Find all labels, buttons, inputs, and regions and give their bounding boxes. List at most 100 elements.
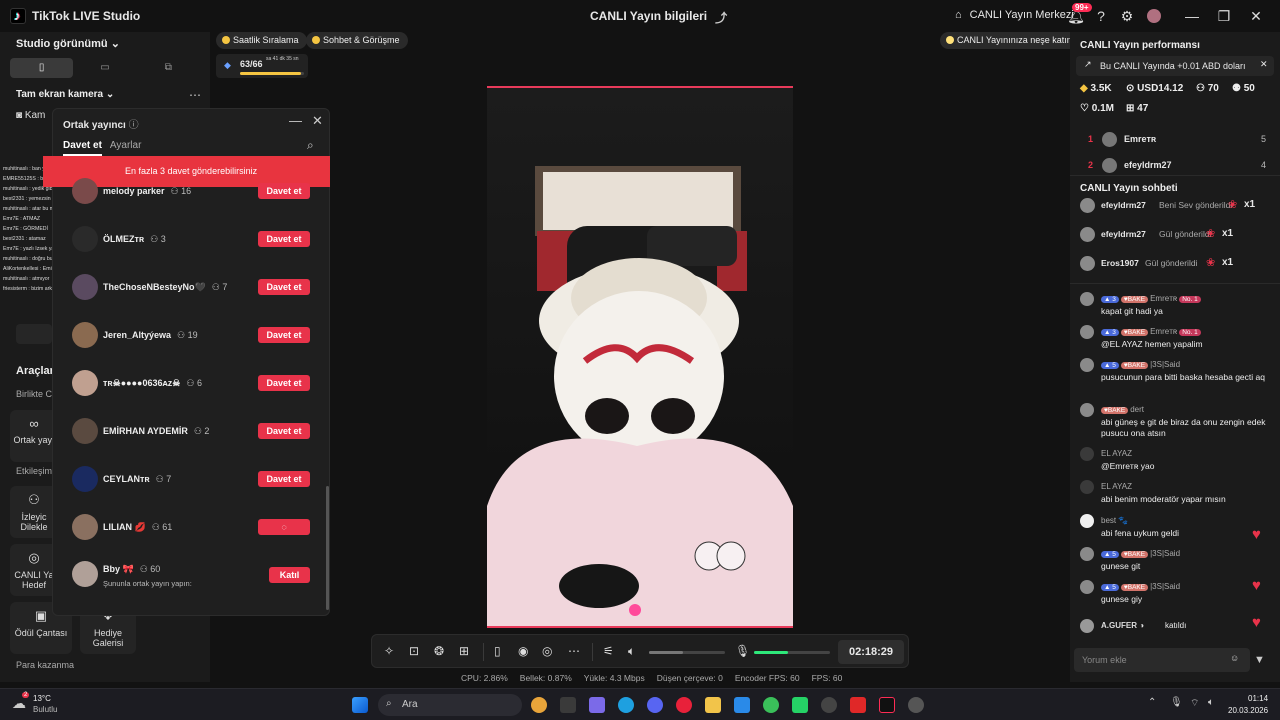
tab-invite[interactable]: Davet et — [63, 140, 102, 156]
cohost-tool[interactable]: ∞ Ortak yayı — [10, 410, 58, 462]
mail-icon[interactable] — [734, 697, 750, 713]
chrome-icon[interactable] — [531, 697, 547, 713]
landscape-icon[interactable]: ▭ — [73, 58, 136, 78]
tiktok-studio-icon[interactable] — [879, 697, 895, 713]
youtube-icon[interactable] — [850, 697, 866, 713]
minimize-modal-icon[interactable]: — — [289, 113, 302, 128]
tray-chevron-icon[interactable]: ⌃ — [1148, 697, 1156, 708]
app-icon[interactable] — [821, 697, 837, 713]
teams-icon[interactable] — [589, 697, 605, 713]
chat-message[interactable]: EL AYAZ @Emreᴛʀ yao — [1080, 447, 1276, 477]
windows-start-icon[interactable] — [352, 697, 368, 713]
minimize-icon[interactable]: — — [1182, 6, 1202, 26]
live-info-link[interactable]: CANLI Yayın bilgileri ⤴ — [590, 9, 727, 26]
viewer-requests-tool[interactable]: ⚇ İzleyic Dilekle — [10, 486, 58, 538]
magic-wand-icon[interactable]: ✧ — [384, 644, 394, 658]
chat-message[interactable]: ▲ 5 ♥BAKE |3S|Said gunese git — [1080, 547, 1276, 577]
whatsapp-icon[interactable] — [792, 697, 808, 713]
discord-icon[interactable] — [647, 697, 663, 713]
goal-widget[interactable]: ◆ 63/66 sa 41 dk 35 sn — [216, 54, 308, 78]
edge-icon[interactable] — [618, 697, 634, 713]
mic-level-slider[interactable] — [754, 651, 830, 654]
scene-add-icon[interactable]: ⊞ — [459, 644, 469, 658]
portrait-icon[interactable]: ▯ — [10, 58, 74, 78]
taskbar-search[interactable]: ⌕ Ara — [378, 694, 522, 716]
scene-dropdown[interactable]: Tam ekran kamera ⌄ — [16, 89, 114, 100]
chat-message[interactable]: ▲ 5 ♥BAKE |3S|Said pusucunun para bitti bas… — [1080, 358, 1276, 388]
settings-app-icon[interactable] — [908, 697, 924, 713]
invite-button[interactable]: Davet et — [258, 183, 310, 199]
profile-avatar[interactable] — [1144, 6, 1164, 26]
close-notice-icon[interactable]: ✕ — [1260, 59, 1268, 70]
task-view-icon[interactable] — [560, 697, 576, 713]
maximize-icon[interactable]: ❐ — [1214, 6, 1234, 26]
live-center-link[interactable]: ⌂ CANLI Yayın Merkezi — [955, 9, 1074, 21]
tray-mic-icon[interactable]: 🎙︎ — [1170, 697, 1183, 708]
rank-user: Emreᴛʀ — [1124, 134, 1157, 144]
more-options-icon[interactable]: ⋯ — [568, 644, 580, 658]
speaker-icon[interactable]: 🔈︎ — [628, 644, 635, 659]
close-modal-icon[interactable]: ✕ — [312, 113, 323, 129]
tab-settings[interactable]: Ayarlar — [110, 140, 142, 156]
studio-view-dropdown[interactable]: Studio görünümü ⌄ — [16, 37, 120, 50]
rose-gift-icon: ❀ — [1228, 199, 1238, 211]
help-icon[interactable]: ? — [1091, 6, 1111, 26]
live-goal-tool[interactable]: ◎ CANLI Ya Hedef — [10, 544, 58, 596]
invite-button[interactable]: Davet et — [258, 375, 310, 391]
guest-count-value: 7 — [222, 282, 228, 292]
invite-loading-button[interactable]: ◌ — [258, 519, 310, 535]
chat-text: gunese giy — [1101, 594, 1143, 604]
settings-gear-icon[interactable]: ⚙ — [1117, 6, 1137, 26]
invite-button[interactable]: Davet et — [258, 327, 310, 343]
invite-button[interactable]: Davet et — [258, 231, 310, 247]
invite-button[interactable]: Davet et — [258, 471, 310, 487]
chat-message[interactable]: ▲ 3 ♥BAKE Emreᴛʀ No. 1 kapat git hadi ya — [1080, 292, 1276, 322]
guest-list-scrollbar[interactable] — [326, 486, 329, 610]
more-icon[interactable]: ⋯ — [189, 88, 201, 102]
chat-message[interactable]: EL AYAZ abi benim moderatör yapar mısın — [1080, 480, 1276, 510]
add-source-button[interactable] — [16, 324, 52, 344]
hourly-ranking-pill[interactable]: Saatlik Sıralama — [216, 32, 307, 49]
rose-gift-icon: ❀ — [1206, 228, 1216, 240]
goal-remaining: sa 41 dk 35 sn — [266, 56, 299, 62]
invite-button[interactable]: Davet et — [258, 279, 310, 295]
search-icon[interactable]: ⌕ — [307, 138, 314, 153]
chrome-alt-icon[interactable] — [763, 697, 779, 713]
file-explorer-icon[interactable] — [705, 697, 721, 713]
microphone-icon[interactable]: 🎙︎ — [735, 644, 750, 658]
close-window-icon[interactable]: ✕ — [1246, 6, 1266, 26]
clock-date[interactable]: 20.03.2026 — [1228, 706, 1268, 715]
phone-icon[interactable]: ▯ — [494, 644, 501, 658]
network-icon[interactable]: ⌔ — [1190, 697, 1199, 710]
chat-message[interactable]: ▲ 3 ♥BAKE Emreᴛʀ No. 1 @EL AYAZ hemen yapali… — [1080, 325, 1276, 355]
join-button[interactable]: Katıl — [269, 567, 310, 583]
chat-message[interactable]: ♥BAKE dert abi güneş e git de biraz da onu… — [1080, 403, 1276, 438]
filter-icon[interactable]: ▼ — [1254, 654, 1265, 666]
gifters-value: 47 — [1137, 103, 1149, 114]
camera-source[interactable]: ◙ Kam — [16, 110, 45, 121]
joy-pill[interactable]: CANLI Yayınınıza neşe katın — [940, 32, 1080, 49]
avatar — [72, 561, 98, 587]
record-icon[interactable]: ◉ — [518, 644, 528, 658]
chat-message[interactable]: ▲ 5 ♥BAKE |3S|Said gunese giy — [1080, 580, 1276, 610]
volume-slider[interactable] — [649, 651, 725, 654]
emoji-icon[interactable]: ☺ — [1230, 653, 1239, 663]
chat-meet-pill[interactable]: Sohbet & Görüşme — [306, 32, 408, 49]
ranking-row[interactable]: 2 efeyldrm27 4 — [1088, 158, 1268, 174]
gift-multiplier: x1 — [1222, 228, 1234, 239]
clock-time[interactable]: 01:14 — [1248, 694, 1268, 703]
invite-button[interactable]: Davet et — [258, 423, 310, 439]
capture-icon[interactable]: ⊡ — [409, 644, 419, 658]
chat-message[interactable]: best 🐾 abi fena uykum geldi — [1080, 514, 1276, 544]
ranking-row[interactable]: 1 Emreᴛʀ 5 — [1088, 132, 1268, 148]
camera-toggle-icon[interactable]: ◎ — [542, 644, 552, 658]
guest-row: ᴛʀ☠●●●●0636ᴀᴢ☠ ⚇ 6 Davet et — [72, 370, 312, 398]
like-heart-icon: ♥ — [1252, 526, 1261, 543]
mixer-icon[interactable]: ⚟ — [603, 644, 614, 658]
gift-gallery-label: Hediye Galerisi — [92, 628, 124, 648]
volume-tray-icon[interactable]: 🔈︎ — [1208, 697, 1214, 708]
layout-icon[interactable]: ⧉ — [137, 58, 200, 78]
effects-icon[interactable]: ❂ — [434, 644, 444, 658]
opera-icon[interactable] — [676, 697, 692, 713]
comment-input[interactable]: Yorum ekle ☺ — [1074, 648, 1250, 672]
